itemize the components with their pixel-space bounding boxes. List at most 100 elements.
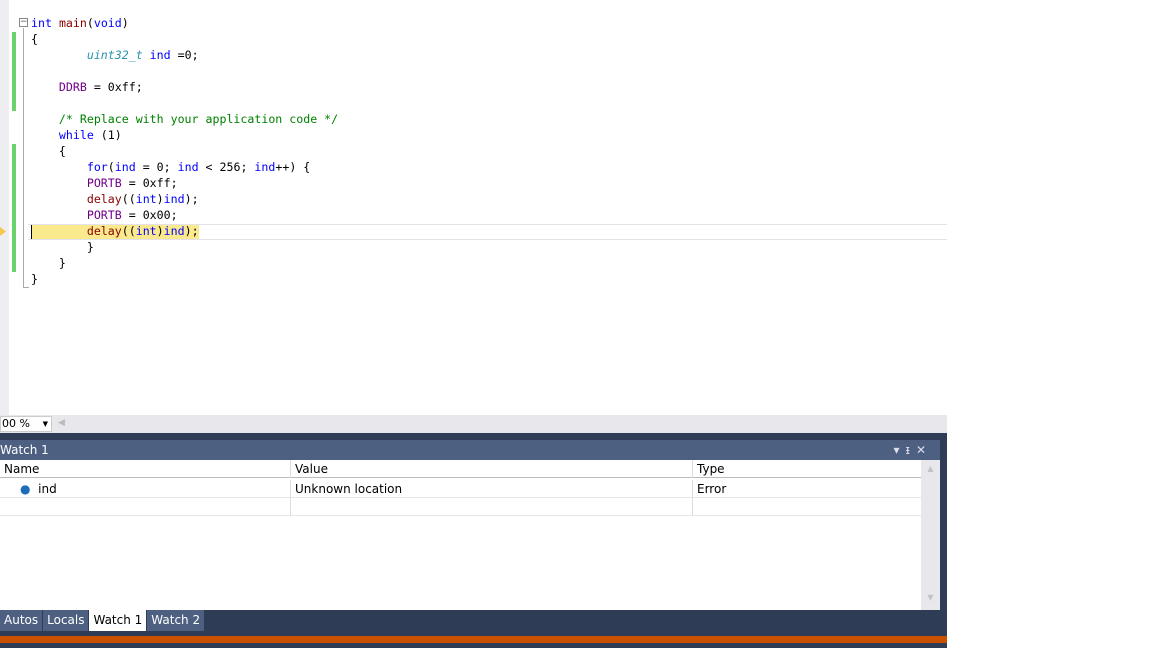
code-line[interactable]: PORTB = 0x00;: [31, 207, 338, 223]
code-token: delay: [86, 224, 122, 238]
close-icon[interactable]: ✕: [916, 443, 932, 457]
code-line[interactable]: delay((int)ind);: [31, 223, 338, 239]
column-header-value[interactable]: Value: [291, 460, 693, 478]
code-token: = 0;: [135, 160, 178, 174]
code-token: = 0xff;: [86, 80, 143, 94]
column-header-type[interactable]: Type: [693, 460, 921, 478]
collapse-icon[interactable]: −: [19, 18, 28, 27]
code-token: );: [184, 192, 199, 206]
code-line[interactable]: }: [31, 255, 338, 271]
code-token: ind: [254, 160, 276, 174]
grid-header: Name Value Type: [0, 460, 921, 478]
zoom-value: 00 %: [2, 417, 30, 430]
code-token: (: [86, 16, 94, 30]
change-bar: [12, 144, 16, 272]
value-cell: Unknown location: [291, 480, 693, 498]
code-line[interactable]: /* Replace with your application code */: [31, 111, 338, 127]
code-token: ind: [149, 48, 171, 62]
variable-icon: ●: [20, 482, 31, 496]
pin-icon[interactable]: ᵻ: [905, 443, 915, 457]
code-line[interactable]: {: [31, 31, 338, 47]
code-line[interactable]: for(ind = 0; ind < 256; ind++) {: [31, 159, 338, 175]
code-line[interactable]: {: [31, 143, 338, 159]
code-token: (: [107, 160, 115, 174]
indicator-margin: [0, 0, 9, 415]
code-token: void: [93, 16, 122, 30]
code-token: for: [86, 160, 108, 174]
code-token: = 0x00;: [121, 208, 178, 222]
tab-locals[interactable]: Locals: [43, 610, 89, 631]
code-token: ): [121, 16, 129, 30]
code-token: ++) {: [275, 160, 311, 174]
code-token: ((: [121, 192, 136, 206]
code-token: {: [31, 144, 66, 158]
code-token: ): [156, 224, 164, 238]
status-bar: [0, 636, 947, 643]
dropdown-icon[interactable]: ▾: [893, 443, 905, 457]
scroll-up-icon[interactable]: ▲: [921, 464, 940, 473]
tab-watch-1[interactable]: Watch 1: [89, 610, 147, 631]
code-line[interactable]: uint32_t ind =0;: [31, 47, 338, 63]
code-token: ind: [114, 160, 136, 174]
code-line[interactable]: [31, 63, 338, 79]
tab-autos[interactable]: Autos: [0, 610, 43, 631]
code-editor[interactable]: − int main(void){ uint32_t ind =0; DDRB …: [0, 0, 947, 415]
watch-panel-header: Watch 1 ▾ᵻ✕: [0, 440, 940, 460]
code-line[interactable]: while (1): [31, 127, 338, 143]
code-token: }: [31, 240, 94, 254]
vertical-scrollbar[interactable]: ▲ ▼: [921, 460, 940, 610]
code-token: (1): [93, 128, 122, 142]
column-header-name[interactable]: Name: [0, 460, 291, 478]
code-lines[interactable]: int main(void){ uint32_t ind =0; DDRB = …: [31, 15, 338, 287]
code-token: < 256;: [198, 160, 255, 174]
zoom-dropdown[interactable]: 00 % ▼: [0, 416, 52, 432]
code-token: =0;: [170, 48, 199, 62]
panel-title: Watch 1: [0, 443, 49, 457]
code-token: ): [156, 192, 164, 206]
code-token: ind: [163, 224, 185, 238]
code-token: delay: [86, 192, 122, 206]
debug-tabs: Autos Locals Watch 1 Watch 2: [0, 610, 205, 632]
code-token: int: [31, 16, 52, 30]
code-token: int: [135, 192, 157, 206]
code-line[interactable]: DDRB = 0xff;: [31, 79, 338, 95]
code-token: uint32_t: [86, 48, 143, 62]
code-token: PORTB: [86, 176, 122, 190]
code-line[interactable]: }: [31, 271, 338, 287]
empty-row[interactable]: [0, 498, 921, 516]
code-line[interactable]: PORTB = 0xff;: [31, 175, 338, 191]
code-token: DDRB: [58, 80, 87, 94]
variable-name: ind: [38, 482, 57, 496]
code-token: PORTB: [86, 208, 122, 222]
code-line[interactable]: int main(void): [31, 15, 338, 31]
tab-watch-2[interactable]: Watch 2: [147, 610, 205, 631]
empty-cell: [0, 498, 291, 516]
code-line[interactable]: }: [31, 239, 338, 255]
type-cell: Error: [697, 482, 727, 496]
code-line[interactable]: [31, 95, 338, 111]
table-row[interactable]: ● ind Unknown location Error: [0, 480, 921, 498]
code-token: /* Replace with your application code */: [58, 112, 339, 126]
name-cell: ● ind: [0, 480, 291, 498]
code-token: }: [31, 272, 38, 286]
panel-edge: [943, 433, 947, 636]
watch-grid: Name Value Type ● ind Unknown location E…: [0, 460, 940, 610]
code-line[interactable]: delay((int)ind);: [31, 191, 338, 207]
scroll-down-icon[interactable]: ▼: [921, 593, 940, 602]
scroll-left-icon[interactable]: ◀: [58, 418, 65, 428]
code-token: ind: [177, 160, 199, 174]
code-token: main: [58, 16, 87, 30]
code-token: ((: [121, 224, 136, 238]
code-token: int: [135, 224, 157, 238]
editor-bottom-bar: [0, 415, 947, 433]
